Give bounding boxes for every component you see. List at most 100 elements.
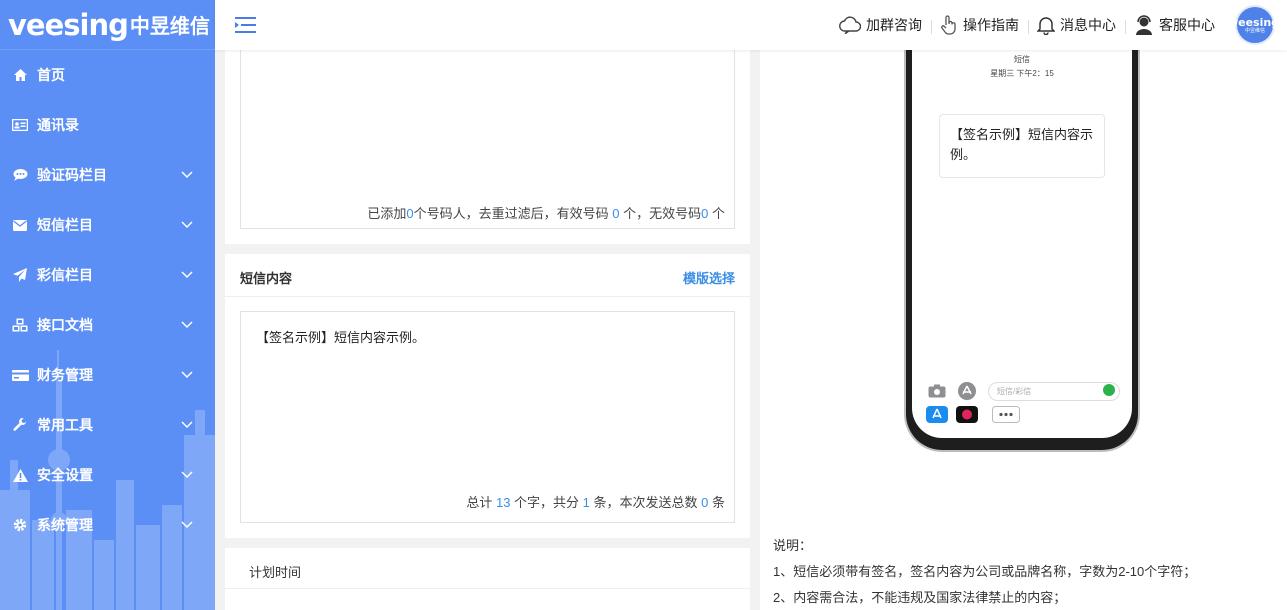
wrench-icon: [11, 417, 29, 433]
cloud-chat-icon: [839, 16, 861, 34]
sidebar-item-finance[interactable]: 财务管理: [0, 350, 215, 400]
join-group-consult-link[interactable]: 加群咨询: [830, 15, 931, 35]
header-nav: 加群咨询 操作指南 消息中心 客服中心: [830, 0, 1224, 50]
schedule-card: 计划时间: [225, 548, 750, 610]
sidebar-item-sms[interactable]: 短信栏目: [0, 200, 215, 250]
chevron-down-icon: [181, 521, 193, 529]
avatar[interactable]: veesing 中昱维信: [1231, 5, 1279, 45]
gear-icon: [11, 517, 29, 533]
nav-label: 客服中心: [1159, 17, 1215, 33]
camera-icon: [928, 384, 946, 398]
menu-collapse-icon[interactable]: [235, 16, 256, 34]
count-text: 已添加: [367, 206, 407, 221]
cubes-icon: [11, 317, 29, 333]
support-agent-icon: [1136, 15, 1152, 35]
recipients-box[interactable]: 已添加0个号码人，去重过滤后，有效号码 0 个，无效号码0 个: [240, 50, 735, 229]
sidebar-item-label: 通讯录: [37, 117, 79, 133]
recipient-count-line: 已添加0个号码人，去重过滤后，有效号码 0 个，无效号码0 个: [367, 203, 725, 222]
chevron-down-icon: [181, 371, 193, 379]
nav-label: 加群咨询: [866, 17, 922, 33]
schedule-title: 计划时间: [249, 565, 302, 580]
chevron-down-icon: [181, 271, 193, 279]
count-text: 个，无效号码: [619, 206, 702, 221]
sms-preview-bubble: 【签名示例】短信内容示例。: [939, 114, 1105, 178]
added-count: 0: [406, 206, 414, 221]
sidebar-item-label: 首页: [37, 67, 65, 83]
sidebar-item-label: 彩信栏目: [37, 267, 93, 283]
sms-content-title: 短信内容: [240, 271, 293, 286]
avatar-text-cn: 中昱维信: [1244, 27, 1265, 34]
valid-count: 0: [612, 206, 620, 221]
sidebar-item-home[interactable]: 首页: [0, 50, 215, 100]
more-apps-icon: [992, 406, 1020, 423]
operation-guide-link[interactable]: 操作指南: [931, 15, 1028, 35]
chevron-down-icon: [181, 421, 193, 429]
sidebar-item-mms[interactable]: 彩信栏目: [0, 250, 215, 300]
count-text: 条: [708, 495, 725, 510]
sidebar-item-tools[interactable]: 常用工具: [0, 400, 215, 450]
divider: [225, 296, 750, 297]
sms-count-line: 总计 13 个字，共分 1 条，本次发送总数 0 条: [466, 492, 725, 511]
count-text: 个号码人，去重过滤后，有效号码: [413, 206, 613, 221]
top-header: 加群咨询 操作指南 消息中心 客服中心 veesing 中昱维信: [215, 0, 1287, 50]
paper-plane-icon: [11, 267, 29, 283]
count-text: 个: [708, 206, 725, 221]
bell-icon: [1037, 17, 1055, 35]
logo-text-cn: 中昱维信: [129, 14, 210, 38]
sidebar-item-label: 安全设置: [37, 467, 93, 483]
count-text: 条，本次发送总数: [589, 495, 702, 510]
screen-title: 短信: [1014, 55, 1030, 64]
customer-service-link[interactable]: 客服中心: [1125, 15, 1224, 35]
sidebar-menu: 首页 通讯录 验证码栏目 短信栏目 彩信栏目 接口文档 财务管理 常用工具 安全…: [0, 50, 215, 550]
chat-bubble-icon: [11, 167, 29, 183]
phone-mockup: 短信 星期三 下午2：15 【签名示例】短信内容示例。 短信/彩信: [904, 42, 1140, 452]
sidebar-item-contacts[interactable]: 通讯录: [0, 100, 215, 150]
sidebar-item-label: 系统管理: [37, 517, 93, 533]
avatar-text-en: veesing: [1230, 15, 1280, 29]
template-select-link[interactable]: 模版选择: [683, 268, 735, 287]
sidebar-item-system[interactable]: 系统管理: [0, 500, 215, 550]
message-input-bar: 短信/彩信: [912, 378, 1132, 438]
app-store-blue-icon: [926, 406, 948, 423]
divider: [225, 588, 750, 589]
sidebar-item-label: 接口文档: [37, 317, 93, 333]
music-app-icon: [956, 406, 978, 423]
preview-panel: 短信 星期三 下午2：15 【签名示例】短信内容示例。 短信/彩信 说明： 1、…: [760, 42, 1287, 610]
chevron-down-icon: [181, 171, 193, 179]
home-icon: [11, 67, 29, 83]
message-center-link[interactable]: 消息中心: [1028, 15, 1125, 35]
logo-text-en: veesing: [8, 7, 129, 42]
sidebar-item-label: 常用工具: [37, 417, 93, 433]
send-arrow-icon: [1103, 384, 1115, 396]
sidebar-item-verification-code[interactable]: 验证码栏目: [0, 150, 215, 200]
sidebar-item-api-docs[interactable]: 接口文档: [0, 300, 215, 350]
message-input: 短信/彩信: [988, 382, 1120, 401]
warning-icon: [11, 467, 29, 483]
sms-content-card: 短信内容 模版选择 总计 13 个字，共分 1 条，本次发送总数 0 条: [225, 254, 750, 538]
brand-logo[interactable]: veesing 中昱维信: [0, 0, 215, 50]
sidebar-item-label: 财务管理: [37, 367, 93, 383]
screen-time: 星期三 下午2：15: [990, 69, 1054, 78]
credit-card-icon: [11, 367, 29, 383]
recipients-card: 已添加0个号码人，去重过滤后，有效号码 0 个，无效号码0 个: [225, 50, 750, 244]
count-text: 个字，共分: [510, 495, 583, 510]
sidebar-item-label: 短信栏目: [37, 217, 93, 233]
hand-pointer-icon: [941, 15, 956, 35]
chevron-down-icon: [181, 321, 193, 329]
char-count: 13: [495, 495, 511, 510]
count-text: 总计: [466, 495, 496, 510]
notes-line: 1、短信必须带有签名，签名内容为公司或品牌名称，字数为2-10个字符；: [773, 564, 1197, 579]
sidebar-item-security[interactable]: 安全设置: [0, 450, 215, 500]
envelope-icon: [11, 217, 29, 233]
address-book-icon: [11, 117, 29, 133]
sidebar-item-label: 验证码栏目: [37, 167, 107, 183]
chevron-down-icon: [181, 471, 193, 479]
app-store-icon: [958, 382, 976, 400]
notes-heading: 说明：: [773, 538, 813, 553]
chevron-down-icon: [181, 221, 193, 229]
nav-label: 操作指南: [963, 17, 1019, 33]
notes: 说明： 1、短信必须带有签名，签名内容为公司或品牌名称，字数为2-10个字符； …: [773, 533, 1196, 610]
sidebar: veesing 中昱维信 首页 通讯录 验证码栏目 短信栏目 彩信栏目 接口文档…: [0, 0, 215, 610]
nav-label: 消息中心: [1060, 17, 1116, 33]
notes-line: 2、内容需合法，不能违规及国家法律禁止的内容；: [773, 590, 1067, 605]
